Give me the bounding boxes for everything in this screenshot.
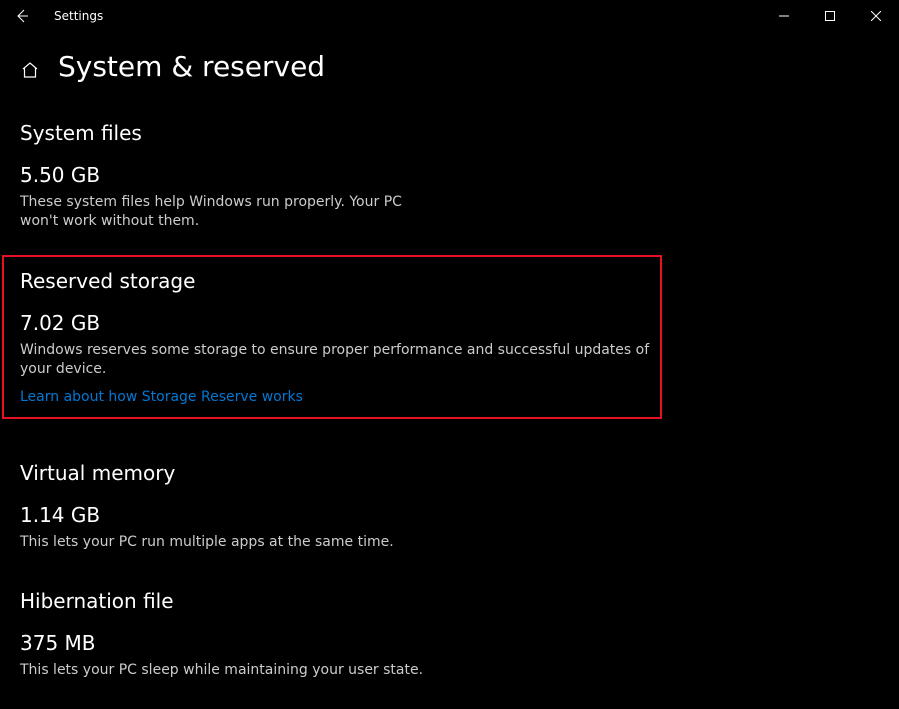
section-system-files: System files 5.50 GB These system files … xyxy=(20,121,879,231)
back-arrow-icon xyxy=(14,8,30,24)
section-hibernation-file: Hibernation file 375 MB This lets your P… xyxy=(20,589,879,680)
virtual-memory-heading: Virtual memory xyxy=(20,461,879,485)
hibernation-file-value: 375 MB xyxy=(20,631,879,655)
reserved-storage-heading: Reserved storage xyxy=(20,269,879,293)
system-files-desc: These system files help Windows run prop… xyxy=(20,193,440,231)
window-title: Settings xyxy=(44,9,103,23)
hibernation-file-desc: This lets your PC sleep while maintainin… xyxy=(20,661,660,680)
home-icon xyxy=(20,60,40,80)
page-title: System & reserved xyxy=(58,50,325,83)
back-button[interactable] xyxy=(0,0,44,32)
hibernation-file-heading: Hibernation file xyxy=(20,589,879,613)
section-virtual-memory: Virtual memory 1.14 GB This lets your PC… xyxy=(20,461,879,552)
maximize-icon xyxy=(825,11,835,21)
virtual-memory-desc: This lets your PC run multiple apps at t… xyxy=(20,533,660,552)
content-area: System files 5.50 GB These system files … xyxy=(0,121,899,680)
reserved-storage-link[interactable]: Learn about how Storage Reserve works xyxy=(20,389,303,405)
titlebar-left: Settings xyxy=(0,0,761,32)
section-reserved-storage: Reserved storage 7.02 GB Windows reserve… xyxy=(20,269,879,405)
virtual-memory-value: 1.14 GB xyxy=(20,503,879,527)
minimize-button[interactable] xyxy=(761,0,807,32)
system-files-heading: System files xyxy=(20,121,879,145)
close-button[interactable] xyxy=(853,0,899,32)
system-files-value: 5.50 GB xyxy=(20,163,879,187)
maximize-button[interactable] xyxy=(807,0,853,32)
minimize-icon xyxy=(779,11,789,21)
page-header: System & reserved xyxy=(0,32,899,83)
titlebar: Settings xyxy=(0,0,899,32)
close-icon xyxy=(871,11,881,21)
reserved-storage-desc: Windows reserves some storage to ensure … xyxy=(20,341,660,379)
home-button[interactable] xyxy=(20,54,40,80)
reserved-storage-value: 7.02 GB xyxy=(20,311,879,335)
